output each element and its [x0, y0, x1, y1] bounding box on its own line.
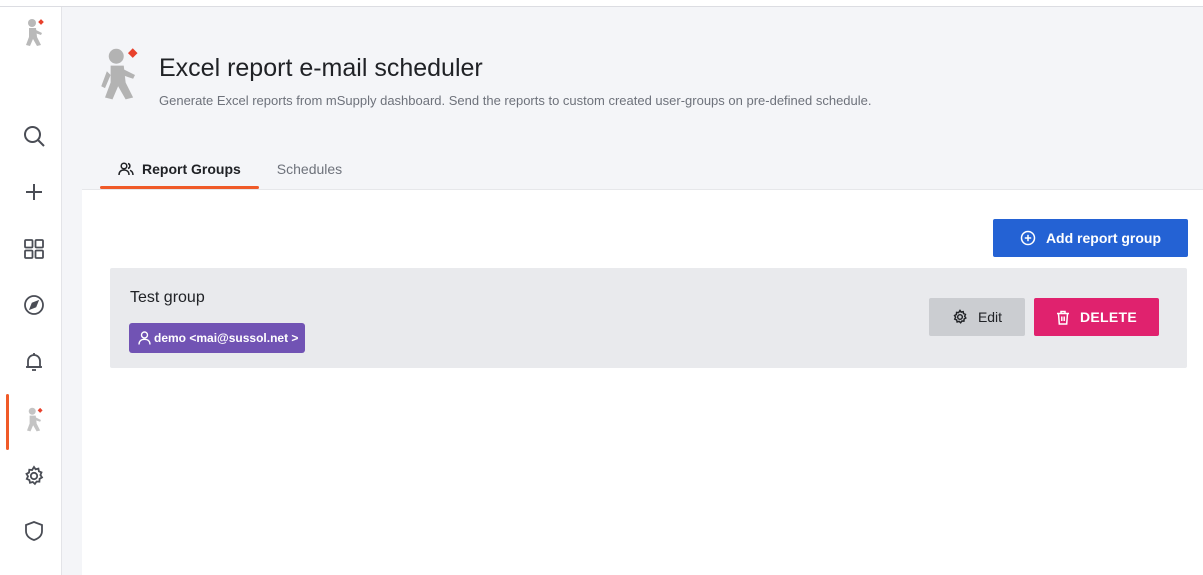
main-content: Add report group Test group demo <mai@su… [82, 189, 1203, 575]
edit-button[interactable]: Edit [929, 298, 1025, 336]
sidebar-item-report-scheduler[interactable] [6, 394, 58, 450]
msupply-runner-icon [26, 19, 44, 46]
report-group-card: Test group demo <mai@sussol.net > Edit D… [110, 268, 1187, 368]
sidebar-item-search[interactable] [10, 116, 58, 156]
compass-icon [24, 295, 44, 315]
page-title: Excel report e-mail scheduler [159, 54, 483, 82]
tab-bar: Report Groups Schedules [100, 150, 360, 189]
tab-label: Report Groups [142, 161, 241, 177]
user-icon [138, 331, 151, 345]
member-tag-label: demo <mai@sussol.net > [154, 331, 299, 345]
sidebar-item-home-logo[interactable] [10, 13, 58, 53]
bell-icon [26, 353, 42, 371]
msupply-runner-icon [95, 45, 151, 105]
gear-icon [952, 309, 968, 325]
tab-label: Schedules [276, 161, 343, 177]
msupply-runner-icon [27, 407, 43, 432]
sidebar-item-alerting[interactable] [10, 342, 58, 382]
delete-button[interactable]: DELETE [1034, 298, 1159, 336]
gear-icon [25, 465, 44, 486]
edit-button-label: Edit [977, 309, 1003, 325]
sidebar-item-create[interactable] [10, 172, 58, 212]
search-icon [24, 126, 45, 147]
tab-report-groups[interactable]: Report Groups [100, 150, 259, 189]
sidebar-item-dashboards[interactable] [10, 229, 58, 269]
sidebar-item-explore[interactable] [10, 285, 58, 325]
page-subtitle: Generate Excel reports from mSupply dash… [159, 93, 872, 108]
users-icon [118, 162, 134, 176]
member-tag[interactable]: demo <mai@sussol.net > [129, 323, 306, 353]
sidebar [0, 7, 62, 575]
add-report-group-label: Add report group [1045, 230, 1162, 246]
sidebar-item-configuration[interactable] [10, 456, 58, 496]
grid-icon [24, 239, 44, 259]
top-bar [0, 0, 1203, 7]
shield-icon [25, 521, 43, 541]
sidebar-item-server-admin[interactable] [10, 511, 58, 551]
delete-button-label: DELETE [1079, 309, 1138, 325]
trash-icon [1056, 310, 1070, 325]
plus-icon [26, 184, 42, 200]
add-report-group-button[interactable]: Add report group [993, 219, 1188, 257]
plus-circle-icon [1020, 230, 1036, 246]
group-name: Test group [130, 289, 205, 306]
tab-schedules[interactable]: Schedules [259, 150, 360, 188]
